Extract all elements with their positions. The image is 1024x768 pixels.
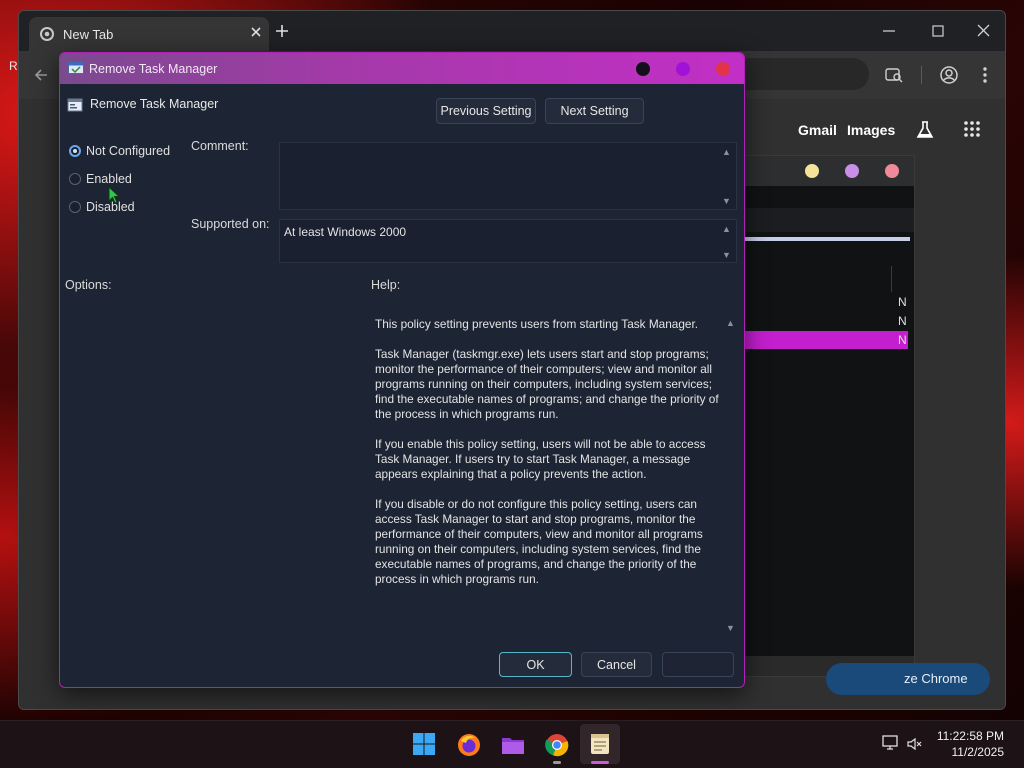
cancel-button[interactable]: Cancel — [581, 652, 652, 677]
dialog-title: Remove Task Manager — [89, 62, 218, 76]
clock-date[interactable]: 11/2/2025 — [952, 745, 1005, 759]
tab-close-icon[interactable] — [249, 25, 263, 39]
network-monitor-icon[interactable] — [882, 735, 900, 751]
supported-on-field: At least Windows 2000 ▲ ▼ — [279, 219, 737, 263]
labs-flask-icon[interactable] — [915, 120, 935, 140]
titlebar-purple-dot-icon[interactable] — [676, 62, 690, 76]
background-window-scrollbar — [891, 266, 892, 292]
tab-strip: New Tab — [19, 11, 1005, 51]
scroll-up-arrow-icon[interactable]: ▲ — [722, 147, 731, 157]
dialog-titlebar: Remove Task Manager — [60, 53, 744, 84]
supported-on-value: At least Windows 2000 — [284, 225, 407, 239]
list-item-letter: N — [898, 333, 907, 347]
policy-setting-dialog: Remove Task Manager Remove Task Manager … — [59, 52, 745, 688]
comment-label: Comment: — [191, 139, 249, 153]
clock-time[interactable]: 11:22:58 PM — [937, 729, 1004, 743]
next-setting-button[interactable]: Next Setting — [545, 98, 644, 124]
file-explorer-icon[interactable] — [501, 734, 525, 756]
dialog-app-icon — [68, 61, 84, 75]
radio-enabled[interactable]: Enabled — [69, 172, 179, 190]
apps-grid-icon[interactable] — [964, 121, 980, 137]
chrome-tab-icon — [40, 27, 54, 41]
minimize-icon[interactable] — [883, 29, 895, 33]
list-item-letter: N — [898, 295, 907, 309]
apply-button[interactable] — [662, 652, 734, 677]
taskbar-active-indicator — [553, 761, 561, 764]
comment-field[interactable]: ▲ ▼ — [279, 142, 737, 210]
radio-label: Not Configured — [86, 144, 171, 158]
close-window-icon[interactable] — [977, 24, 990, 37]
help-label: Help: — [371, 278, 401, 292]
tab-title: New Tab — [63, 27, 114, 42]
help-scroll-up-arrow-icon[interactable]: ▲ — [726, 318, 735, 328]
toolbar-divider — [921, 66, 922, 84]
policy-name: Remove Task Manager — [90, 97, 219, 111]
lens-search-icon[interactable] — [885, 66, 903, 84]
ok-button[interactable]: OK — [499, 652, 572, 677]
customize-chrome-button[interactable]: ze Chrome — [826, 663, 990, 695]
menu-kebab-icon[interactable] — [982, 66, 988, 84]
help-scroll-down-arrow-icon[interactable]: ▼ — [726, 623, 735, 633]
policy-icon — [67, 97, 83, 113]
mouse-cursor-icon — [108, 186, 120, 204]
list-item-letter: N — [898, 314, 907, 328]
pink-dot-icon — [885, 164, 899, 178]
options-label: Options: — [65, 278, 112, 292]
desktop-edge-text: R — [9, 59, 18, 73]
firefox-icon[interactable] — [457, 733, 481, 757]
radio-not-configured[interactable]: Not Configured — [69, 144, 179, 162]
start-icon[interactable] — [413, 733, 435, 755]
background-window: N N N — [727, 155, 915, 677]
gmail-link[interactable]: Gmail — [798, 122, 837, 138]
yellow-dot-icon — [805, 164, 819, 178]
back-arrow-icon[interactable] — [33, 67, 49, 83]
titlebar-close-dot-icon[interactable] — [716, 62, 730, 76]
radio-button-selected[interactable] — [69, 145, 81, 157]
scroll-down-arrow-icon[interactable]: ▼ — [722, 250, 731, 260]
options-pane — [64, 296, 364, 641]
maximize-icon[interactable] — [932, 25, 944, 37]
purple-dot-icon — [845, 164, 859, 178]
tab-new-tab[interactable]: New Tab — [29, 17, 269, 51]
radio-label: Enabled — [86, 172, 132, 186]
radio-button[interactable] — [69, 201, 81, 213]
scroll-up-arrow-icon[interactable]: ▲ — [722, 224, 731, 234]
volume-muted-icon[interactable] — [906, 736, 922, 752]
help-text: This policy setting prevents users from … — [375, 317, 719, 586]
previous-setting-button[interactable]: Previous Setting — [436, 98, 536, 124]
background-window-highlight — [728, 237, 910, 241]
radio-disabled[interactable]: Disabled — [69, 200, 179, 218]
scroll-down-arrow-icon[interactable]: ▼ — [722, 196, 731, 206]
new-tab-plus-icon[interactable] — [275, 24, 289, 38]
background-window-toolbar — [728, 208, 914, 232]
background-window-titlebar — [728, 156, 914, 186]
images-link[interactable]: Images — [847, 122, 895, 138]
taskbar-active-indicator — [591, 761, 609, 764]
radio-button[interactable] — [69, 173, 81, 185]
titlebar-dark-dot-icon[interactable] — [636, 62, 650, 76]
chrome-icon[interactable] — [545, 733, 569, 757]
supported-on-label: Supported on: — [191, 217, 270, 231]
notepad-icon[interactable] — [589, 732, 611, 756]
selected-list-row[interactable] — [728, 331, 908, 349]
profile-icon[interactable] — [939, 65, 959, 85]
